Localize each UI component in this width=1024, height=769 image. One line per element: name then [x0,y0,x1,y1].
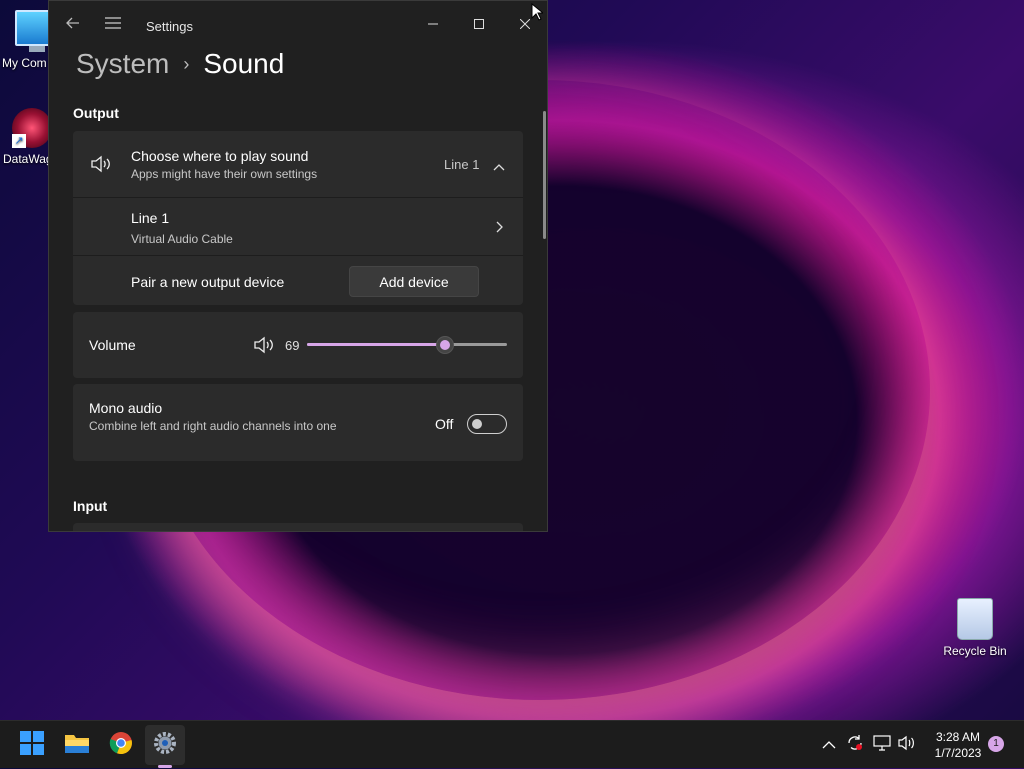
volume-slider-thumb[interactable] [436,336,454,354]
hamburger-icon [105,16,121,34]
recycle-bin-icon [957,598,993,640]
add-device-button[interactable]: Add device [349,266,479,297]
volume-slider-fill [307,343,445,346]
mono-audio-state: Off [435,416,454,432]
device-description: Virtual Audio Cable [131,232,233,246]
speaker-icon [253,336,275,358]
back-arrow-icon [66,16,80,34]
breadcrumb-system[interactable]: System [76,48,169,80]
pair-device-row: Pair a new output device Add device [73,256,523,305]
chevron-up-icon[interactable] [493,158,505,176]
toggle-knob [472,419,482,429]
mono-audio-title: Mono audio [89,400,163,416]
taskbar-settings[interactable] [145,725,185,765]
back-button[interactable] [55,9,91,41]
folder-icon [64,732,90,759]
selected-output-value: Line 1 [444,157,480,172]
page-title: Sound [203,48,285,79]
tray-sync-button[interactable] [846,721,864,769]
volume-label: Volume [89,337,136,353]
volume-icon [898,735,916,756]
volume-value: 69 [285,338,300,353]
datawagon-icon: ↗ [12,108,52,148]
output-device-line1[interactable]: Line 1 Virtual Audio Cable [73,198,523,255]
speaker-icon [90,155,112,178]
close-icon [519,16,531,34]
title-bar[interactable]: Settings [49,1,547,49]
menu-button[interactable] [95,9,131,41]
minimize-icon [428,16,438,34]
input-device-card [73,523,523,531]
settings-window: Settings System › Sound Output Choose wh… [48,0,548,532]
mono-audio-toggle[interactable] [467,414,507,434]
volume-card: Volume 69 [73,312,523,378]
notification-badge[interactable]: 1 [988,736,1004,752]
mouse-cursor-icon [531,2,545,26]
taskbar: 3:28 AM 1/7/2023 [0,720,1024,768]
device-name: Line 1 [131,210,170,226]
taskbar-start-button[interactable] [12,725,52,765]
output-device-card: Choose where to play sound Apps might ha… [73,131,523,305]
choose-output-subtitle: Apps might have their own settings [131,167,318,181]
shortcut-arrow-icon: ↗ [12,134,26,148]
pair-device-label: Pair a new output device [131,274,285,290]
taskbar-file-explorer[interactable] [57,725,97,765]
settings-gear-icon [153,731,177,760]
breadcrumb: System › Sound [76,48,284,80]
tray-network-button[interactable] [873,721,891,769]
choose-output-title: Choose where to play sound [131,148,309,164]
taskbar-clock[interactable]: 3:28 AM 1/7/2023 [926,729,990,761]
tray-volume-button[interactable] [898,721,916,769]
app-title: Settings [146,19,193,34]
volume-mute-button[interactable] [253,336,275,359]
chrome-icon [109,731,133,760]
section-title-input: Input [73,498,108,514]
mono-audio-description: Combine left and right audio channels in… [89,419,337,433]
sync-icon [846,734,864,757]
clock-time: 3:28 AM [935,730,981,744]
mono-audio-card: Mono audio Combine left and right audio … [73,384,523,461]
desktop-icon-recycle-bin[interactable]: Recycle Bin [938,598,1012,658]
maximize-button[interactable] [461,9,497,41]
scrollbar[interactable] [543,111,546,239]
desktop-icon-label: Recycle Bin [943,644,1007,658]
chevron-right-icon: › [183,53,190,74]
volume-slider[interactable] [307,336,507,354]
minimize-button[interactable] [415,9,451,41]
chevron-right-icon [496,220,504,238]
windows-start-icon [20,730,44,760]
tray-overflow-button[interactable] [822,721,836,769]
choose-output-row[interactable]: Choose where to play sound Apps might ha… [73,131,523,197]
clock-date: 1/7/2023 [934,746,982,760]
maximize-icon [474,16,484,34]
chevron-up-icon [822,736,836,754]
network-icon [873,734,891,756]
section-title-output: Output [73,105,119,121]
taskbar-chrome[interactable] [101,725,141,765]
